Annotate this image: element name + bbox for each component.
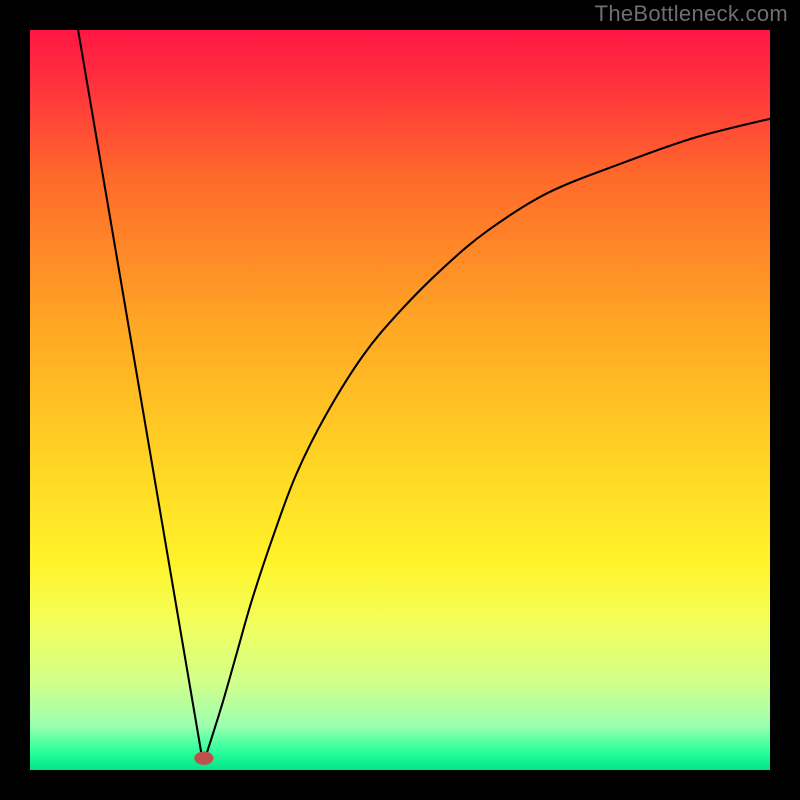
minimum-marker <box>194 752 213 765</box>
chart-svg <box>30 30 770 770</box>
watermark-text: TheBottleneck.com <box>595 1 788 27</box>
chart-plot-area <box>30 30 770 770</box>
chart-marker-group <box>194 752 213 765</box>
chart-frame: TheBottleneck.com <box>0 0 800 800</box>
